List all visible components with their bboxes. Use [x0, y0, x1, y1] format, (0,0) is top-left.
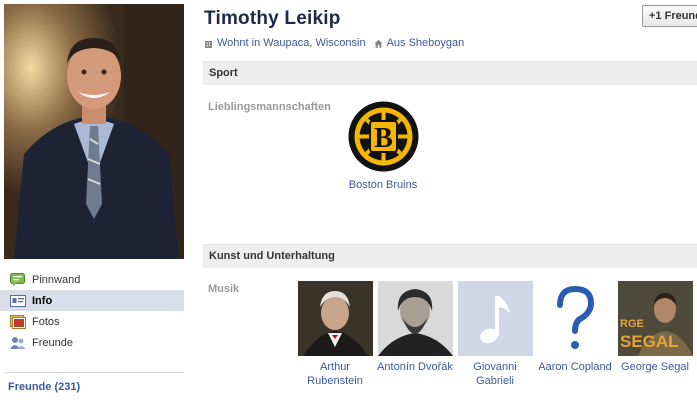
left-column: Pinnwand Info Fotos Freunde Freunde (231… — [0, 0, 184, 400]
profile-meta: Wohnt in Waupaca, Wisconsin Aus Sheboyga… — [204, 37, 472, 49]
friends-count-link[interactable]: Freunde (231) — [8, 381, 80, 393]
svg-text:RGE: RGE — [620, 318, 644, 330]
question-mark-icon[interactable] — [537, 281, 613, 356]
profile-nav: Pinnwand Info Fotos Freunde — [0, 269, 184, 353]
arthur-rubenstein-photo[interactable] — [297, 281, 373, 356]
nav-label: Info — [32, 294, 53, 307]
antonin-dvorak-photo[interactable] — [377, 281, 453, 356]
left-divider — [4, 372, 184, 373]
section-sport-header: Sport — [203, 61, 697, 85]
svg-text:SEGAL: SEGAL — [620, 332, 679, 351]
music-tile-aaron-copland[interactable]: Aaron Copland — [537, 281, 613, 374]
music-name[interactable]: George Segal — [617, 360, 693, 374]
music-name[interactable]: Antonín Dvořák — [377, 360, 453, 374]
music-tile-antonin-dvorak[interactable]: Antonín Dvořák — [377, 281, 453, 374]
music-tile-george-segal[interactable]: RGE SEGAL George Segal — [617, 281, 693, 374]
hometown: Aus Sheboygan — [374, 37, 465, 49]
svg-text:B: B — [374, 123, 393, 154]
favorite-teams-label: Lieblingsmannschaften — [208, 101, 331, 113]
hometown-text[interactable]: Aus Sheboygan — [387, 37, 465, 49]
music-tile-giovanni-gabrieli[interactable]: Giovanni Gabrieli — [457, 281, 533, 388]
nav-item-freunde[interactable]: Freunde — [0, 332, 184, 353]
team-tile-boston-bruins[interactable]: B Boston Bruins — [345, 99, 421, 192]
building-icon — [204, 39, 213, 48]
music-tile-arthur-rubenstein[interactable]: Arthur Rubenstein — [297, 281, 373, 388]
nav-item-info[interactable]: Info — [0, 290, 184, 311]
music-note-placeholder-icon[interactable] — [457, 281, 533, 356]
nav-label: Fotos — [32, 315, 60, 328]
nav-label: Pinnwand — [32, 273, 81, 286]
music-name[interactable]: Giovanni Gabrieli — [457, 360, 533, 388]
nav-item-fotos[interactable]: Fotos — [0, 311, 184, 332]
george-segal-photo[interactable]: RGE SEGAL — [617, 281, 693, 356]
nav-item-pinnwand[interactable]: Pinnwand — [0, 269, 184, 290]
add-friend-button[interactable]: +1 Freunde — [642, 5, 697, 27]
profile-photo[interactable] — [4, 4, 184, 259]
boston-bruins-logo[interactable]: B — [345, 99, 421, 174]
nav-label: Freunde — [32, 336, 73, 349]
profile-name: Timothy Leikip — [204, 8, 341, 29]
team-name[interactable]: Boston Bruins — [345, 178, 421, 192]
music-label: Musik — [208, 283, 240, 295]
lives-in: Wohnt in Waupaca, Wisconsin — [204, 37, 366, 49]
wall-icon — [10, 272, 26, 287]
friends-icon — [10, 336, 26, 350]
info-icon — [10, 294, 26, 308]
section-arts-header: Kunst und Unterhaltung — [203, 244, 697, 268]
music-name[interactable]: Arthur Rubenstein — [297, 360, 373, 388]
music-name[interactable]: Aaron Copland — [537, 360, 613, 374]
photos-icon — [10, 314, 26, 329]
lives-in-text[interactable]: Wohnt in Waupaca, Wisconsin — [217, 37, 366, 49]
home-icon — [374, 39, 383, 48]
